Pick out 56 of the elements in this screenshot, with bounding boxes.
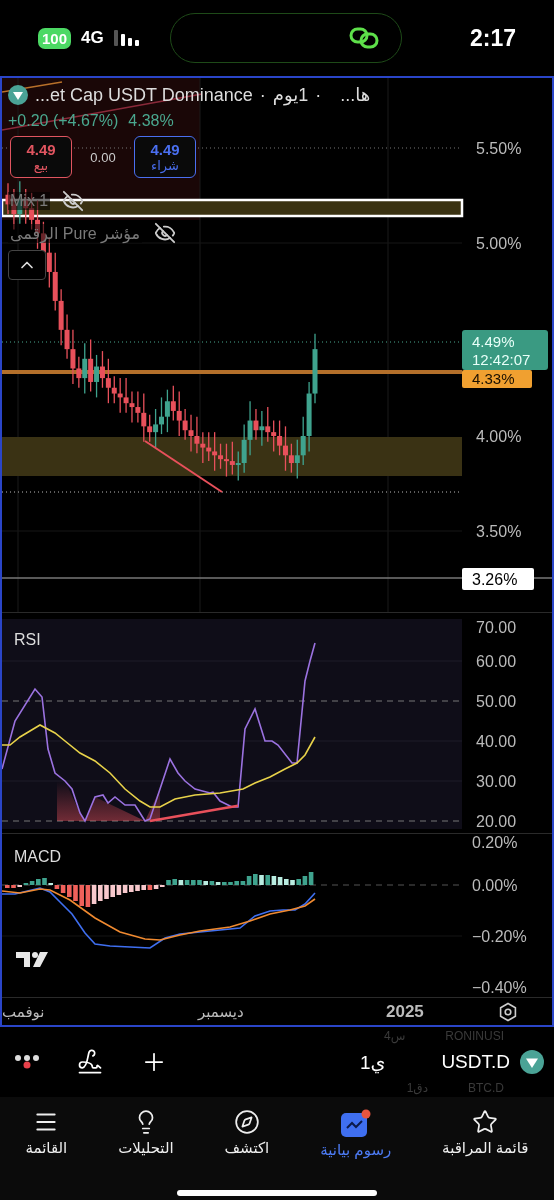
price-value: 4.38% xyxy=(128,112,174,130)
axis-label: 20.00 xyxy=(476,813,517,830)
nav-tab[interactable]: اكتشف xyxy=(220,1109,274,1185)
axis-label: −0.20% xyxy=(472,928,527,945)
axis-label: 5.50% xyxy=(476,140,522,157)
axis-label: 5.00% xyxy=(476,235,522,252)
separator: · xyxy=(259,84,266,106)
axis-label: 30.00 xyxy=(476,773,517,790)
chart-icon xyxy=(340,1109,371,1137)
time-label: نوفمب xyxy=(2,1002,45,1021)
axis-label: 0.00% xyxy=(472,877,518,894)
price-change: +0.20 (+4.67%) xyxy=(8,112,119,130)
separator: · xyxy=(315,84,322,106)
star-icon xyxy=(472,1109,499,1135)
compass-icon xyxy=(233,1109,260,1135)
nav-tab[interactable]: قائمة المراقبة xyxy=(438,1109,533,1185)
time-label: ديسمبر xyxy=(198,1002,244,1021)
signal-icon xyxy=(113,30,140,46)
axis-label: 60.00 xyxy=(476,653,517,670)
logo-icon xyxy=(16,952,48,967)
more-button[interactable] xyxy=(14,1054,40,1070)
exchange: ها... xyxy=(340,84,371,106)
axis-label: 0.20% xyxy=(472,834,518,851)
symbol-list-item: BTC.D xyxy=(468,1081,504,1095)
settings-icon[interactable] xyxy=(498,1001,518,1022)
symbol-list-item: 4س xyxy=(384,1029,406,1043)
battery-level: 100 xyxy=(38,27,72,49)
low-label: 3.26% xyxy=(462,568,534,590)
axis-label: 50.00 xyxy=(476,693,517,710)
interval: 1يوم xyxy=(272,84,309,106)
spread: 0.00 xyxy=(89,149,117,165)
nav-tab[interactable]: رسوم بيانية xyxy=(316,1109,396,1185)
symbol-list-item: RONINUSI xyxy=(445,1029,504,1043)
network-type: 4G xyxy=(81,28,104,48)
axis-label: 70.00 xyxy=(476,619,517,636)
axis-label: 4.00% xyxy=(476,428,522,445)
symbol-selector[interactable]: USDT.D xyxy=(441,1051,510,1073)
symbol-list-item: 1دق xyxy=(406,1081,428,1095)
level-label: 4.33% xyxy=(462,370,532,388)
interval-selector[interactable]: 1ي xyxy=(359,1050,386,1074)
nav-tab[interactable]: التحليلات xyxy=(114,1109,178,1185)
clock: 2:17 xyxy=(469,24,516,52)
symbol-title: ...et Cap USDT Dominance xyxy=(35,84,253,106)
last-price-label: 4.49% 12:42:07 xyxy=(462,330,548,370)
eye-off-icon[interactable] xyxy=(62,190,85,212)
axis-label: 40.00 xyxy=(476,733,517,750)
drawing-button[interactable] xyxy=(76,1048,104,1076)
collapse-button[interactable] xyxy=(8,250,46,280)
time-label: 2025 xyxy=(386,1001,424,1022)
nav-tab[interactable]: القائمة xyxy=(21,1109,72,1185)
axis-label: 3.50% xyxy=(476,523,522,540)
more-icon xyxy=(14,1054,40,1070)
pen-icon xyxy=(76,1048,104,1076)
link-icon xyxy=(348,26,379,50)
axis-label: −0.40% xyxy=(472,979,527,996)
eye-off-icon[interactable] xyxy=(154,222,177,244)
